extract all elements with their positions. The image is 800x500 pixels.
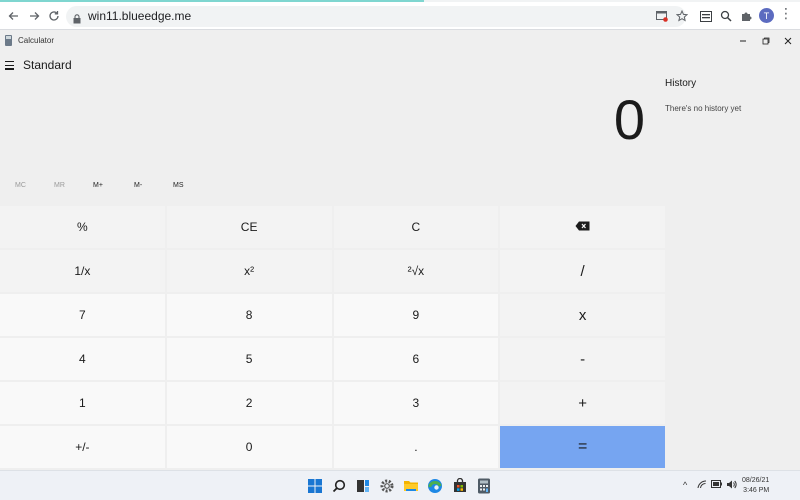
settings-icon[interactable] xyxy=(378,477,396,495)
volume-icon[interactable] xyxy=(726,480,737,491)
restore-button[interactable] xyxy=(756,33,776,49)
taskbar: ^ 08/26/21 3:46 PM xyxy=(0,470,800,500)
battery-icon[interactable] xyxy=(711,480,722,490)
clock-date: 08/26/21 xyxy=(742,477,770,484)
address-bar[interactable]: win11.blueedge.me xyxy=(66,6,686,27)
divide-button[interactable]: / xyxy=(500,250,665,292)
bookmark-star-icon[interactable] xyxy=(673,7,691,25)
percent-button[interactable]: % xyxy=(0,206,165,248)
browser-toolbar: win11.blueedge.me T ⋮ xyxy=(0,2,800,30)
memory-subtract-button[interactable]: M- xyxy=(134,182,142,189)
blocked-popup-icon[interactable] xyxy=(653,7,671,25)
backspace-icon xyxy=(575,220,590,234)
reciprocal-button[interactable]: 1/x xyxy=(0,250,165,292)
clock-time: 3:46 PM xyxy=(743,487,770,494)
keypad: % CE C 1/x x² ²√x / 7 8 9 x 4 5 6 - 1 2 … xyxy=(0,206,665,468)
digit-5-button[interactable]: 5 xyxy=(166,338,332,380)
minimize-button[interactable] xyxy=(733,33,753,49)
lock-icon xyxy=(73,11,81,29)
memory-row: MC MR M+ M- MS xyxy=(0,182,665,196)
memory-add-button[interactable]: M+ xyxy=(93,182,103,189)
back-icon[interactable] xyxy=(4,6,24,26)
digit-1-button[interactable]: 1 xyxy=(0,382,165,424)
calculator-icon[interactable] xyxy=(475,477,493,495)
profile-avatar[interactable]: T xyxy=(759,8,774,23)
forward-icon[interactable] xyxy=(24,6,44,26)
memory-store-button[interactable]: MS xyxy=(173,182,184,189)
window-title: Calculator xyxy=(18,36,55,45)
digit-9-button[interactable]: 9 xyxy=(333,294,499,336)
memory-clear-button[interactable]: MC xyxy=(15,182,26,189)
browser-menu-icon[interactable]: ⋮ xyxy=(779,5,793,22)
extensions-puzzle-icon[interactable] xyxy=(737,7,755,25)
system-clock[interactable]: 08/26/21 3:46 PM xyxy=(742,476,769,496)
navigation-menu-icon[interactable] xyxy=(5,61,14,72)
multiply-button[interactable]: x xyxy=(500,294,665,336)
windows-icon[interactable] xyxy=(306,477,324,495)
url-text: win11.blueedge.me xyxy=(88,9,192,23)
edge-icon[interactable] xyxy=(426,477,444,495)
add-button[interactable]: + xyxy=(500,382,665,424)
digit-6-button[interactable]: 6 xyxy=(333,338,499,380)
subtract-button[interactable]: - xyxy=(500,338,665,380)
reload-icon[interactable] xyxy=(44,6,64,26)
clear-button[interactable]: C xyxy=(333,206,499,248)
network-icon[interactable] xyxy=(697,480,707,491)
close-button[interactable] xyxy=(778,33,798,49)
decimal-button[interactable]: . xyxy=(333,426,499,468)
backspace-button[interactable] xyxy=(500,206,665,248)
task-view-icon[interactable] xyxy=(354,477,372,495)
memory-recall-button[interactable]: MR xyxy=(54,182,65,189)
digit-0-button[interactable]: 0 xyxy=(166,426,332,468)
window-titlebar: Calculator xyxy=(0,31,800,51)
digit-4-button[interactable]: 4 xyxy=(0,338,165,380)
digit-3-button[interactable]: 3 xyxy=(333,382,499,424)
zoom-icon[interactable] xyxy=(717,7,735,25)
negate-button[interactable]: +/- xyxy=(0,426,165,468)
store-icon[interactable] xyxy=(451,477,469,495)
history-title: History xyxy=(665,78,697,89)
calculator-app-icon xyxy=(5,35,12,46)
search-icon[interactable] xyxy=(330,477,348,495)
digit-2-button[interactable]: 2 xyxy=(166,382,332,424)
digit-8-button[interactable]: 8 xyxy=(166,294,332,336)
square-root-button[interactable]: ²√x xyxy=(333,250,499,292)
digit-7-button[interactable]: 7 xyxy=(0,294,165,336)
result-display: 0 xyxy=(613,88,645,151)
square-button[interactable]: x² xyxy=(166,250,332,292)
clear-entry-button[interactable]: CE xyxy=(166,206,332,248)
reading-mode-icon[interactable] xyxy=(697,7,715,25)
mode-title: Standard xyxy=(23,58,72,72)
chevron-up-icon[interactable]: ^ xyxy=(683,480,687,490)
equals-button[interactable]: = xyxy=(500,426,665,468)
history-empty-text: There's no history yet xyxy=(665,104,742,113)
file-explorer-icon[interactable] xyxy=(402,477,420,495)
